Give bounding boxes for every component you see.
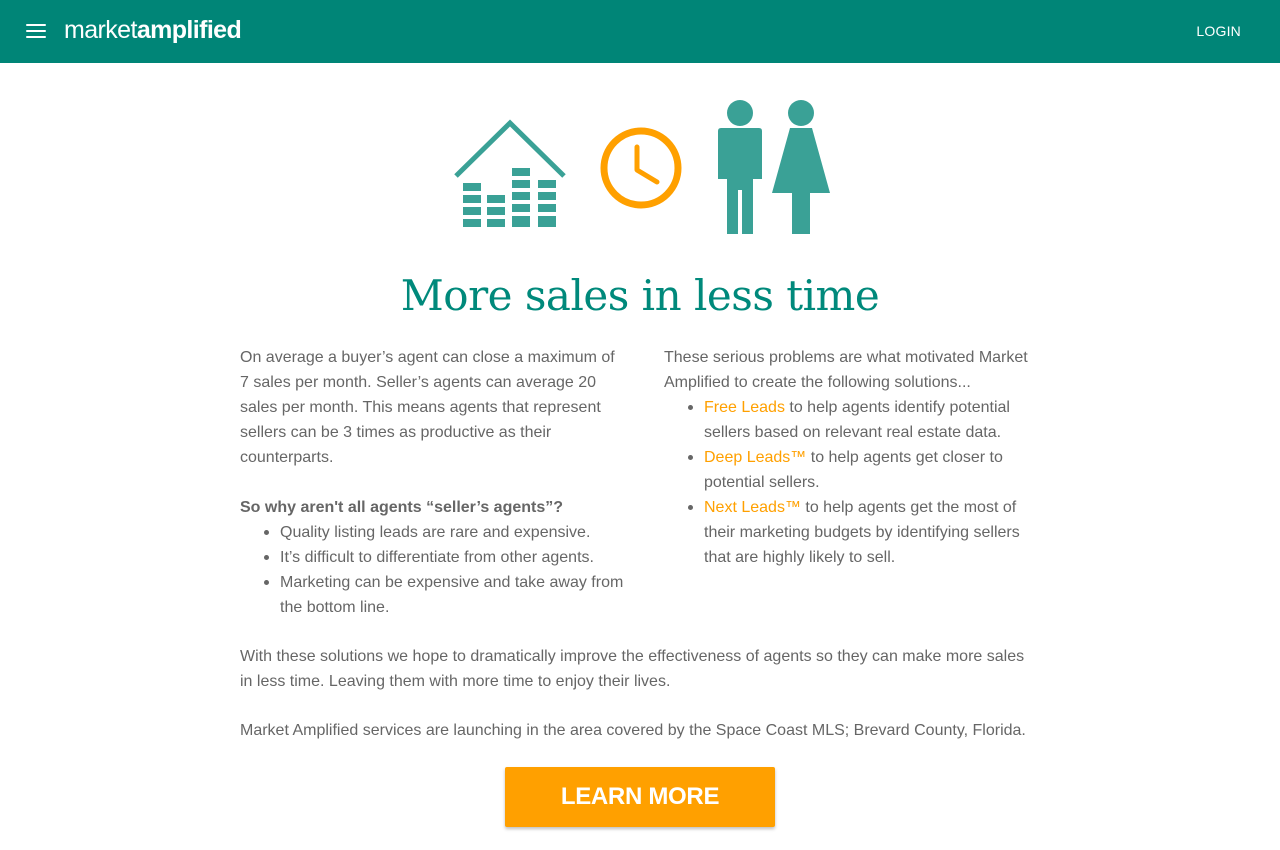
solution-column: These serious problems are what motivate… (664, 345, 1044, 570)
solution-list: Free Leads to help agents identify poten… (664, 395, 1044, 570)
house-bars-icon (454, 119, 566, 227)
list-item: Marketing can be expensive and take away… (240, 570, 625, 620)
problem-heading: So why aren't all agents “seller’s agent… (240, 499, 564, 516)
learn-more-button[interactable]: LEARN MORE (505, 767, 775, 827)
brand-logo-light: market (64, 16, 137, 44)
list-item: Deep Leads™ to help agents get closer to… (664, 445, 1044, 495)
list-item: Quality listing leads are rare and expen… (240, 520, 625, 545)
menu-icon[interactable] (26, 24, 46, 40)
intro-paragraph: On average a buyer’s agent can close a m… (240, 349, 615, 466)
next-leads-link[interactable]: Next Leads™ (704, 499, 801, 516)
deep-leads-link[interactable]: Deep Leads™ (704, 449, 806, 466)
brand-logo[interactable]: marketamplified (64, 14, 242, 46)
login-link[interactable]: LOGIN (1196, 22, 1241, 40)
list-item: It’s difficult to differentiate from oth… (240, 545, 625, 570)
page-title: More sales in less time (400, 271, 880, 320)
people-icon (718, 100, 830, 234)
launch-paragraph: Market Amplified services are launching … (240, 722, 1026, 739)
problem-list: Quality listing leads are rare and expen… (240, 520, 625, 620)
list-item: Next Leads™ to help agents get the most … (664, 495, 1044, 570)
solutions-intro: These serious problems are what motivate… (664, 349, 1028, 391)
top-navbar: marketamplified LOGIN (0, 0, 1280, 63)
closing-paragraph: With these solutions we hope to dramatic… (240, 648, 1025, 690)
list-item: Free Leads to help agents identify poten… (664, 395, 1044, 445)
brand-logo-bold: amplified (136, 16, 242, 44)
free-leads-link[interactable]: Free Leads (704, 399, 785, 416)
problem-column: On average a buyer’s agent can close a m… (240, 345, 625, 620)
clock-icon (600, 127, 682, 209)
